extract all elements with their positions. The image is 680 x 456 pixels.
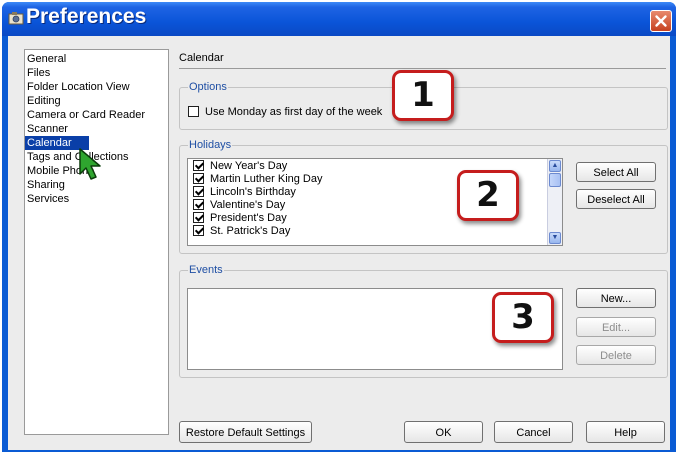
section-divider: [179, 68, 666, 69]
monday-first-option[interactable]: Use Monday as first day of the week: [188, 105, 383, 118]
sidebar-item-editing[interactable]: Editing: [25, 94, 168, 108]
events-group-label: Events: [188, 264, 224, 276]
holidays-group-label: Holidays: [188, 139, 233, 151]
sidebar-item-folder-location-view[interactable]: Folder Location View: [25, 80, 168, 94]
holiday-label: New Year's Day: [210, 160, 288, 172]
holidays-group: Holidays New Year's Day Martin Luther Ki…: [179, 139, 668, 254]
holiday-label: President's Day: [210, 212, 287, 224]
holiday-checkbox[interactable]: [193, 211, 204, 223]
callout-1: 1: [392, 70, 454, 121]
holiday-checkbox[interactable]: [193, 172, 204, 184]
deselect-all-button[interactable]: Deselect All: [576, 189, 656, 209]
scroll-down-button[interactable]: ▼: [549, 232, 561, 244]
section-title: Calendar: [179, 52, 224, 64]
window-title: Preferences: [26, 5, 147, 28]
close-icon: [655, 15, 667, 27]
category-list[interactable]: General Files Folder Location View Editi…: [24, 49, 169, 435]
preferences-window: Preferences General Files Folder Locatio…: [2, 2, 676, 452]
events-group: Events New... Edit... Delete: [179, 264, 668, 378]
restore-defaults-button[interactable]: Restore Default Settings: [179, 421, 312, 443]
callout-3: 3: [492, 292, 554, 343]
monday-first-checkbox[interactable]: [188, 105, 199, 117]
sidebar-item-camera-or-card-reader[interactable]: Camera or Card Reader: [25, 108, 168, 122]
holiday-item[interactable]: St. Patrick's Day: [188, 224, 562, 238]
options-group-label: Options: [188, 81, 228, 93]
sidebar-item-files[interactable]: Files: [25, 66, 168, 80]
delete-event-button[interactable]: Delete: [576, 345, 656, 365]
dialog-body: General Files Folder Location View Editi…: [8, 36, 670, 450]
sidebar-item-services[interactable]: Services: [25, 192, 168, 206]
cancel-button[interactable]: Cancel: [494, 421, 573, 443]
help-button[interactable]: Help: [586, 421, 665, 443]
holidays-scrollbar[interactable]: ▲ ▼: [547, 159, 562, 245]
edit-event-button[interactable]: Edit...: [576, 317, 656, 337]
holiday-checkbox[interactable]: [193, 224, 204, 236]
app-icon: [8, 12, 24, 25]
holiday-checkbox[interactable]: [193, 159, 204, 171]
sidebar-item-general[interactable]: General: [25, 52, 168, 66]
scroll-thumb[interactable]: [549, 173, 561, 187]
title-bar[interactable]: Preferences: [2, 2, 676, 36]
holiday-label: St. Patrick's Day: [210, 225, 291, 237]
chevron-down-icon: ▼: [551, 234, 559, 241]
chevron-up-icon: ▲: [551, 162, 559, 169]
holiday-checkbox[interactable]: [193, 185, 204, 197]
sidebar-item-scanner[interactable]: Scanner: [25, 122, 168, 136]
holiday-label: Valentine's Day: [210, 199, 286, 211]
ok-button[interactable]: OK: [404, 421, 483, 443]
close-button[interactable]: [650, 10, 672, 32]
callout-2: 2: [457, 170, 519, 221]
scroll-up-button[interactable]: ▲: [549, 160, 561, 172]
mouse-pointer-icon: [79, 148, 101, 180]
new-event-button[interactable]: New...: [576, 288, 656, 308]
holiday-label: Martin Luther King Day: [210, 173, 323, 185]
select-all-button[interactable]: Select All: [576, 162, 656, 182]
monday-first-label: Use Monday as first day of the week: [205, 106, 383, 118]
holiday-checkbox[interactable]: [193, 198, 204, 210]
holiday-label: Lincoln's Birthday: [210, 186, 296, 198]
